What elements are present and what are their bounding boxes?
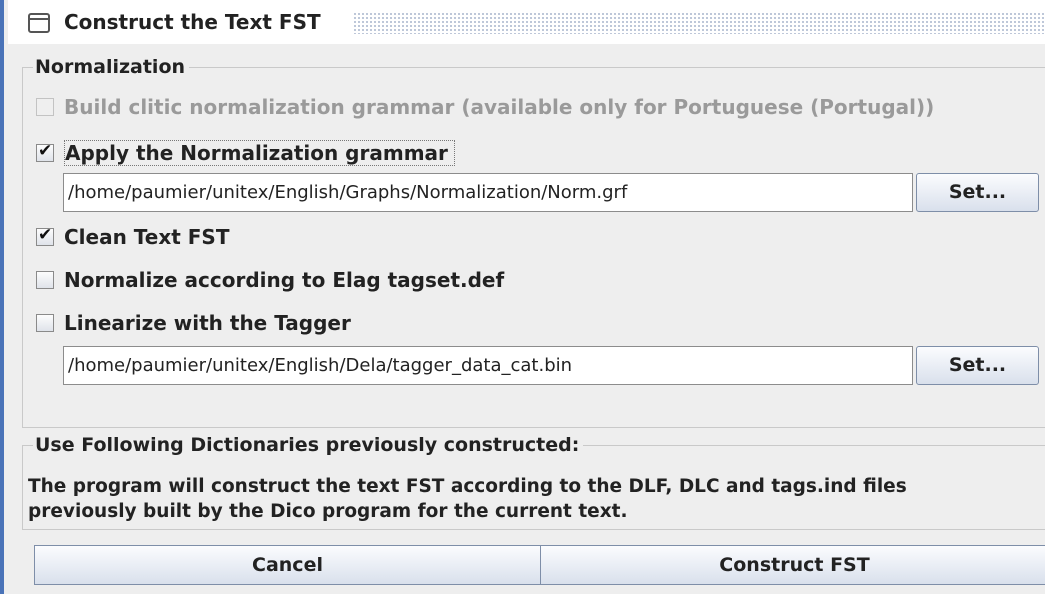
clean-fst-option[interactable]: Clean Text FST: [36, 224, 229, 250]
description-line-1: The program will construct the text FST …: [28, 476, 907, 497]
apply-normalization-label[interactable]: Apply the Normalization grammar: [64, 140, 455, 166]
tagger-linearize-checkbox[interactable]: [36, 314, 54, 332]
tagger-linearize-label[interactable]: Linearize with the Tagger: [64, 311, 351, 335]
clitic-grammar-label: Build clitic normalization grammar (avai…: [64, 95, 935, 119]
tagger-set-button[interactable]: Set...: [916, 346, 1039, 385]
apply-normalization-option[interactable]: Apply the Normalization grammar: [36, 140, 455, 166]
tagger-path-field[interactable]: /home/paumier/unitex/English/Dela/tagger…: [63, 346, 913, 385]
window-icon: [28, 13, 50, 33]
dictionaries-description: The program will construct the text FST …: [28, 474, 1045, 524]
dictionaries-legend: Use Following Dictionaries previously co…: [35, 434, 580, 456]
elag-normalize-checkbox[interactable]: [36, 271, 54, 289]
elag-normalize-option[interactable]: Normalize according to Elag tagset.def: [36, 267, 504, 293]
normalization-path-field[interactable]: /home/paumier/unitex/English/Graphs/Norm…: [63, 173, 913, 212]
window-title: Construct the Text FST: [64, 10, 329, 34]
normalization-legend: Normalization: [35, 56, 186, 78]
clean-fst-label[interactable]: Clean Text FST: [64, 225, 229, 249]
title-bar-texture: [353, 12, 1045, 34]
title-bar[interactable]: Construct the Text FST: [8, 0, 1045, 44]
normalization-set-button[interactable]: Set...: [916, 173, 1039, 212]
construct-fst-button[interactable]: Construct FST: [540, 545, 1045, 585]
tagger-linearize-option[interactable]: Linearize with the Tagger: [36, 310, 351, 336]
dialog-window: Construct the Text FST Normalization Bui…: [0, 0, 1045, 594]
cancel-button[interactable]: Cancel: [34, 545, 541, 585]
description-line-2: previously built by the Dico program for…: [28, 501, 628, 522]
clitic-grammar-checkbox: [36, 98, 54, 116]
apply-normalization-checkbox[interactable]: [36, 141, 54, 162]
clitic-grammar-option: Build clitic normalization grammar (avai…: [36, 94, 934, 120]
elag-normalize-label[interactable]: Normalize according to Elag tagset.def: [64, 268, 504, 292]
clean-fst-checkbox[interactable]: [36, 225, 54, 246]
